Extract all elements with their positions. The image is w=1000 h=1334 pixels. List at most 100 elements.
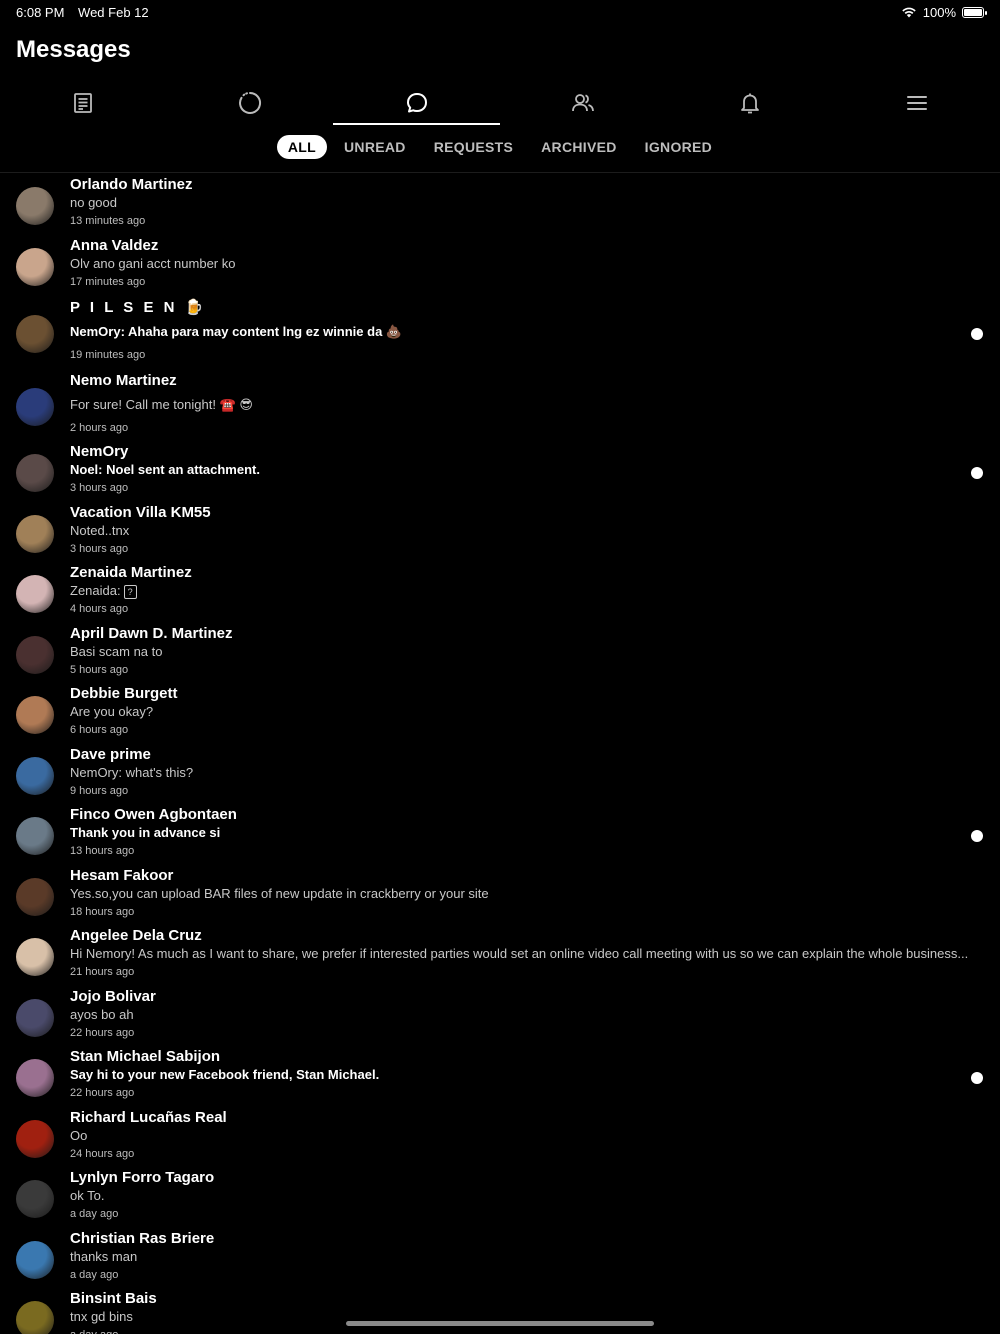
conversation-preview: Thank you in advance si <box>70 825 221 840</box>
conversation-name: Hesam Fakoor <box>70 866 174 884</box>
avatar <box>16 635 54 674</box>
avatar <box>16 247 54 286</box>
conversation-preview: Hi Nemory! As much as I want to share, w… <box>70 946 969 961</box>
tab-feed[interactable] <box>0 80 167 125</box>
conversation-name: Angelee Dela Cruz <box>70 927 202 944</box>
conversation-preview: Basi scam na to <box>70 643 163 659</box>
home-indicator[interactable] <box>346 1321 654 1326</box>
conversation-item[interactable]: NemOry Noel: Noel sent an attachment. 3 … <box>0 443 1000 504</box>
filter-tab-all[interactable]: ALL <box>276 135 327 159</box>
conversation-item[interactable]: Orlando Martinez no good 13 minutes ago <box>0 176 1000 237</box>
avatar <box>16 998 54 1037</box>
conversation-item[interactable]: Anna Valdez Olv ano gani acct number ko … <box>0 237 1000 298</box>
feed-icon <box>74 92 93 113</box>
conversation-time: 3 hours ago <box>70 542 129 555</box>
conversation-text: Christian Ras Briere thanks man a day ag… <box>70 1230 982 1285</box>
conversation-item[interactable]: Lynlyn Forro Tagaro ok To. a day ago <box>0 1169 1000 1230</box>
tab-stories[interactable] <box>167 80 334 125</box>
conversation-text: Zenaida Martinez Zenaida:? 4 hours ago <box>70 564 982 619</box>
conversation-item[interactable]: Zenaida Martinez Zenaida:? 4 hours ago <box>0 564 1000 625</box>
conversation-preview: ayos bo ah <box>70 1006 134 1022</box>
bell-icon <box>741 93 759 113</box>
filter-tabs: ALL UNREAD REQUESTS ARCHIVED IGNORED <box>0 135 1000 159</box>
tab-notifications[interactable] <box>667 80 834 125</box>
conversation-item[interactable]: Angelee Dela Cruz Hi Nemory! As much as … <box>0 927 1000 988</box>
conversation-name: Finco Owen Agbontaen <box>70 806 237 823</box>
conversation-time: 22 hours ago <box>70 1087 135 1099</box>
tab-messages[interactable] <box>333 80 500 125</box>
filter-tab-archived[interactable]: ARCHIVED <box>530 135 628 159</box>
conversation-name: Vacation Villa KM55 <box>70 503 211 521</box>
conversation-item[interactable]: Finco Owen Agbontaen Thank you in advanc… <box>0 806 1000 867</box>
tab-friends[interactable] <box>500 80 667 125</box>
conversation-item[interactable]: Stan Michael Sabijon Say hi to your new … <box>0 1048 1000 1109</box>
status-bar: 6:08 PM Wed Feb 12 100% <box>0 0 1000 24</box>
conversation-time: 19 minutes ago <box>70 349 146 361</box>
conversation-name: Debbie Burgett <box>70 685 178 702</box>
friends-icon <box>572 93 595 111</box>
avatar <box>16 314 54 353</box>
conversation-time: 6 hours ago <box>70 724 129 736</box>
conversation-text: Anna Valdez Olv ano gani acct number ko … <box>70 237 982 292</box>
page-title: Messages <box>16 36 131 63</box>
conversation-preview: Zenaida:? <box>70 582 982 599</box>
conversation-item[interactable]: Jojo Bolivar ayos bo ah 22 hours ago <box>0 988 1000 1049</box>
conversation-preview-text: Zenaida: <box>70 583 121 598</box>
conversation-time: 18 hours ago <box>70 905 135 918</box>
tab-menu[interactable] <box>833 80 1000 125</box>
conversation-item[interactable]: Debbie Burgett Are you okay? 6 hours ago <box>0 685 1000 746</box>
conversation-text: Lynlyn Forro Tagaro ok To. a day ago <box>70 1169 982 1224</box>
conversation-preview: For sure! Call me tonight! ☎️ 😎 <box>70 397 253 412</box>
conversation-preview: Yes.so,you can upload BAR files of new u… <box>70 885 489 901</box>
conversation-text: NemOry Noel: Noel sent an attachment. 3 … <box>70 443 982 498</box>
avatar <box>16 1240 54 1279</box>
conversation-text: April Dawn D. Martinez Basi scam na to 5… <box>70 625 982 680</box>
conversation-item[interactable]: Vacation Villa KM55 Noted..tnx 3 hours a… <box>0 504 1000 565</box>
conversation-text: Hesam Fakoor Yes.so,you can upload BAR f… <box>70 867 982 922</box>
conversation-name: Jojo Bolivar <box>70 987 156 1005</box>
messages-screen: 6:08 PM Wed Feb 12 100% Messages ALL UNR… <box>0 0 1000 1334</box>
conversation-preview: thanks man <box>70 1248 138 1264</box>
conversation-time: 17 minutes ago <box>70 275 146 288</box>
conversation-preview: Are you okay? <box>70 704 154 719</box>
conversation-time: 24 hours ago <box>70 1147 135 1160</box>
conversation-name: Lynlyn Forro Tagaro <box>70 1169 215 1186</box>
conversation-item[interactable]: P I L S E N 🍺 NemOry: Ahaha para may con… <box>0 297 1000 370</box>
conversation-text: Jojo Bolivar ayos bo ah 22 hours ago <box>70 988 982 1043</box>
conversation-preview: Noted..tnx <box>70 522 130 538</box>
avatar <box>16 387 54 426</box>
conversation-time: 5 hours ago <box>70 663 129 676</box>
status-left: 6:08 PM Wed Feb 12 <box>16 5 159 20</box>
avatar <box>16 1301 54 1334</box>
avatar <box>16 187 54 226</box>
filter-tab-unread[interactable]: UNREAD <box>333 135 417 159</box>
conversation-time: a day ago <box>70 1208 119 1220</box>
conversation-preview: NemOry: what's this? <box>70 764 194 780</box>
conversation-item[interactable]: Hesam Fakoor Yes.so,you can upload BAR f… <box>0 867 1000 928</box>
conversation-name: Dave prime <box>70 745 151 763</box>
avatar <box>16 575 54 614</box>
avatar <box>16 756 54 795</box>
conversation-item[interactable]: Richard Lucañas Real Oo 24 hours ago <box>0 1109 1000 1170</box>
filter-tab-ignored[interactable]: IGNORED <box>634 135 723 159</box>
conversation-item[interactable]: April Dawn D. Martinez Basi scam na to 5… <box>0 625 1000 686</box>
filter-tab-requests[interactable]: REQUESTS <box>423 135 524 159</box>
menu-icon <box>906 95 927 110</box>
avatar <box>16 817 54 856</box>
conversation-item[interactable]: Christian Ras Briere thanks man a day ag… <box>0 1230 1000 1291</box>
conversation-name: NemOry <box>70 443 129 460</box>
conversation-preview: Say hi to your new Facebook friend, Stan… <box>70 1067 380 1082</box>
conversation-time: a day ago <box>70 1268 119 1281</box>
conversation-time: 9 hours ago <box>70 784 129 797</box>
status-time: 6:08 PM <box>16 4 65 20</box>
conversation-time: 3 hours ago <box>70 482 129 494</box>
avatar <box>16 454 54 493</box>
top-nav <box>0 80 1000 125</box>
conversation-item[interactable]: Binsint Bais tnx gd bins a day ago <box>0 1290 1000 1334</box>
conversation-item[interactable]: Nemo Martinez For sure! Call me tonight!… <box>0 370 1000 443</box>
conversation-time: a day ago <box>70 1325 982 1334</box>
conversation-item[interactable]: Dave prime NemOry: what's this? 9 hours … <box>0 746 1000 807</box>
conversation-text: Stan Michael Sabijon Say hi to your new … <box>70 1048 982 1103</box>
conversation-name: Anna Valdez <box>70 236 159 254</box>
conversation-text: Orlando Martinez no good 13 minutes ago <box>70 176 982 231</box>
